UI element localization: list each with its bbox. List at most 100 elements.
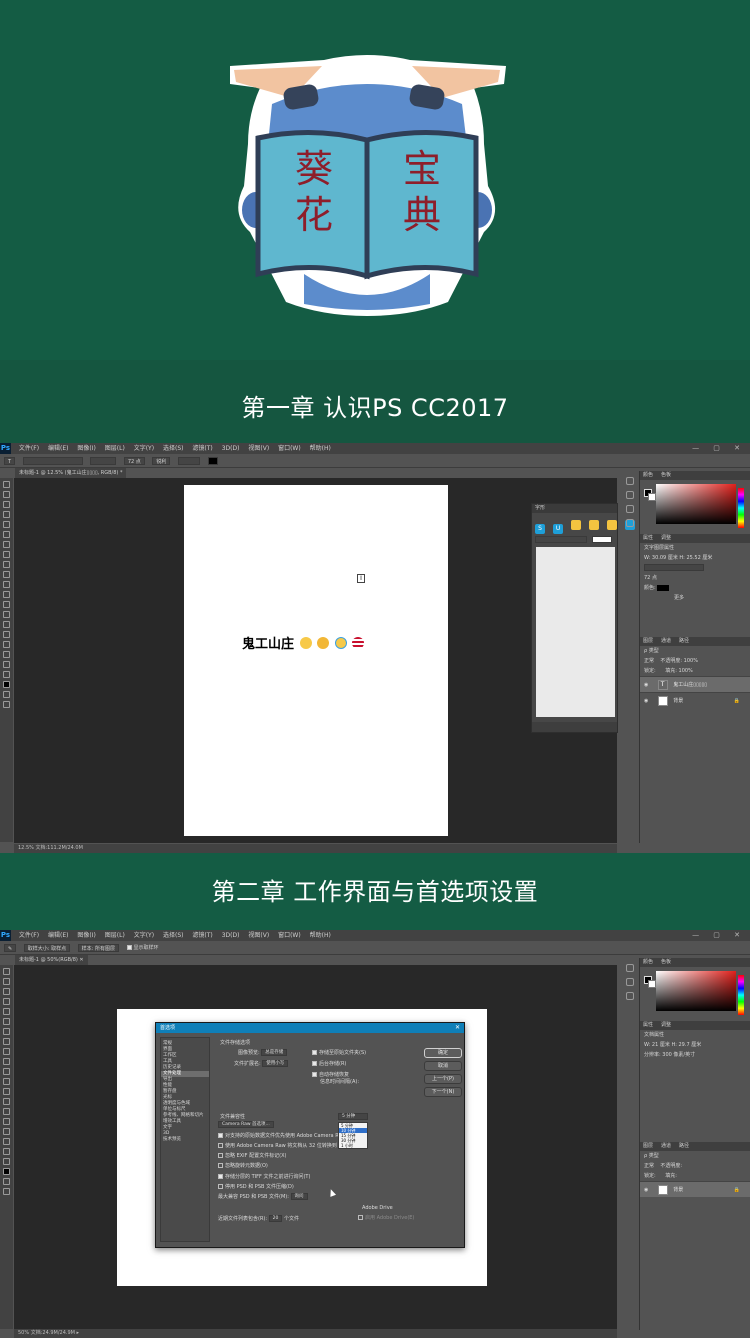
eyedropper-tool-icon[interactable] <box>3 531 10 538</box>
blur-tool-icon[interactable] <box>3 601 10 608</box>
image-preview-select[interactable]: 总是存储 <box>261 1049 288 1056</box>
window-controls[interactable]: — ▢ ✕ <box>692 443 746 454</box>
gradient-tool-icon[interactable] <box>3 1078 10 1085</box>
character-panel-icon[interactable] <box>626 505 634 513</box>
type-tool-icon[interactable] <box>3 631 10 638</box>
history-panel-icon[interactable] <box>626 477 634 485</box>
quick-mask-icon[interactable] <box>3 1178 10 1185</box>
lasso-tool-icon[interactable] <box>3 501 10 508</box>
crop-tool-icon[interactable] <box>3 521 10 528</box>
nav-item-tech-preview[interactable]: 技术预览 <box>161 1137 209 1143</box>
layers-lock-fill[interactable]: 锁定: 填充: 100% <box>640 666 750 676</box>
compat-option-3[interactable]: 忽略 EXIF 配置文件标记(X) <box>218 1152 286 1159</box>
show-ring-checkbox[interactable]: 显示取样环 <box>126 945 159 951</box>
stamp-tool-icon[interactable] <box>3 1048 10 1055</box>
camera-raw-prefs-button[interactable]: Camera Raw 首选项... <box>218 1121 274 1128</box>
marquee-tool-icon[interactable] <box>3 978 10 985</box>
document-canvas[interactable]: I 鬼工山庄 <box>184 485 448 836</box>
menu-filter[interactable]: 滤镜(T) <box>192 443 212 454</box>
canvas-text[interactable]: 鬼工山庄 <box>242 633 365 652</box>
menu-type[interactable]: 文字(Y) <box>134 443 154 454</box>
menu-window[interactable]: 窗口(W) <box>278 930 301 941</box>
layers-panel-tabs[interactable]: 图层 通道 路径 <box>640 1142 750 1151</box>
color-swatches-icon[interactable] <box>3 681 10 688</box>
background-save-checkbox[interactable]: 后台存储(R) <box>312 1060 346 1067</box>
pen-tool-icon[interactable] <box>3 1108 10 1115</box>
menu-layer[interactable]: 图层(L) <box>105 930 125 941</box>
character-panel-icon[interactable] <box>626 992 634 1000</box>
menu-select[interactable]: 选择(S) <box>163 443 184 454</box>
eraser-tool-icon[interactable] <box>3 581 10 588</box>
color-panel-tabs[interactable]: 颜色 色板 <box>640 958 750 967</box>
sample-size-select[interactable]: 取样大小: 取样点 <box>23 943 71 952</box>
shape-tool-icon[interactable] <box>3 651 10 658</box>
healing-tool-icon[interactable] <box>3 1028 10 1035</box>
layer-item-background[interactable]: ◉ 背景 🔒 <box>640 1181 750 1197</box>
zoom-tool-icon[interactable] <box>3 671 10 678</box>
menu-3d[interactable]: 3D(D) <box>222 443 240 454</box>
brush-tool-icon[interactable] <box>3 1038 10 1045</box>
dropdown-option[interactable]: 1 小时 <box>339 1143 367 1148</box>
document-tab[interactable]: 未标题-1 @ 50%(RGB/8) ✕ <box>15 955 88 965</box>
max-compat-select[interactable]: 询问 <box>290 1193 308 1200</box>
compat-option-1[interactable]: 对支持的原始数据文件优先使用 Adobe Camera Raw(C) <box>218 1132 353 1139</box>
glyph-font-select[interactable] <box>535 536 587 543</box>
layers-panel-tabs[interactable]: 图层 通道 路径 <box>640 637 750 646</box>
layers-blend-opacity[interactable]: 正常 不透明度: <box>640 1161 750 1171</box>
hand-tool-icon[interactable] <box>3 1148 10 1155</box>
menu-layer[interactable]: 图层(L) <box>105 443 125 454</box>
recent-files-input[interactable]: 20 <box>268 1215 283 1222</box>
menu-file[interactable]: 文件(F) <box>19 443 39 454</box>
type-tool-icon[interactable] <box>3 1118 10 1125</box>
glyphs-panel-tab[interactable]: 字形 <box>532 504 617 513</box>
sample-layers-select[interactable]: 样本: 所有图层 <box>77 943 119 952</box>
save-as-original-checkbox[interactable]: 存储至原始文件夹(S) <box>312 1049 366 1056</box>
color-field[interactable] <box>656 484 736 524</box>
layers-filter[interactable]: ρ 类型 <box>640 646 750 656</box>
menu-view[interactable]: 视图(V) <box>248 930 269 941</box>
lasso-tool-icon[interactable] <box>3 988 10 995</box>
healing-tool-icon[interactable] <box>3 541 10 548</box>
next-button[interactable]: 下一个(N) <box>424 1087 462 1097</box>
auto-save-interval-select[interactable]: 5 分钟 <box>338 1113 368 1120</box>
eye-icon[interactable]: ◉ <box>644 693 650 709</box>
properties-more-button[interactable]: 更多 <box>640 593 750 603</box>
dialog-title-bar[interactable]: 首选项 ✕ <box>156 1023 464 1033</box>
quick-mask-icon[interactable] <box>3 691 10 698</box>
layer-item-background[interactable]: ◉ 背景 🔒 <box>640 692 750 708</box>
font-family-select[interactable] <box>22 456 83 465</box>
history-panel-icon[interactable] <box>626 964 634 972</box>
compat-option-6[interactable]: 停用 PSD 和 PSB 文件压缩(D) <box>218 1183 294 1190</box>
properties-color[interactable]: 颜色: <box>640 583 750 593</box>
pen-tool-icon[interactable] <box>3 621 10 628</box>
glyph-zoom-slider[interactable] <box>532 722 617 732</box>
type-tool-icon[interactable]: T <box>4 456 16 465</box>
blur-tool-icon[interactable] <box>3 1088 10 1095</box>
background-color-swatch[interactable] <box>648 980 656 988</box>
hue-slider[interactable] <box>738 488 744 528</box>
brush-tool-icon[interactable] <box>3 551 10 558</box>
eyedropper-tool-icon[interactable] <box>3 1018 10 1025</box>
antialias-select[interactable]: 锐利 <box>152 456 171 465</box>
properties-panel-tabs[interactable]: 属性 调整 <box>640 534 750 543</box>
hue-slider[interactable] <box>738 975 744 1015</box>
canvas-area[interactable]: I 鬼工山庄 字形 S U <box>14 478 636 843</box>
magic-wand-tool-icon[interactable] <box>3 998 10 1005</box>
cancel-button[interactable]: 取消 <box>424 1061 462 1071</box>
layers-lock-fill[interactable]: 锁定: 填充: <box>640 1171 750 1181</box>
path-select-tool-icon[interactable] <box>3 641 10 648</box>
dodge-tool-icon[interactable] <box>3 611 10 618</box>
canvas-area[interactable]: 首选项 ✕ 常规 界面 工作区 工具 历史记录 文件处理 导出 性能 暂存盘 光… <box>14 965 617 1330</box>
menu-file[interactable]: 文件(F) <box>19 930 39 941</box>
menu-help[interactable]: 帮助(H) <box>310 443 331 454</box>
properties-font-family[interactable] <box>640 563 750 573</box>
zoom-tool-icon[interactable] <box>3 1158 10 1165</box>
layers-blend-opacity[interactable]: 正常 不透明度: 100% <box>640 656 750 666</box>
eraser-tool-icon[interactable] <box>3 1068 10 1075</box>
compat-option-5[interactable]: 存储分层的 TIFF 文件之前进行询问(T) <box>218 1173 310 1180</box>
menu-image[interactable]: 图像(I) <box>77 930 95 941</box>
color-swatches-icon[interactable] <box>3 1168 10 1175</box>
menu-edit[interactable]: 编辑(E) <box>48 443 68 454</box>
window-controls[interactable]: — ▢ ✕ <box>692 930 746 941</box>
menu-image[interactable]: 图像(I) <box>77 443 95 454</box>
